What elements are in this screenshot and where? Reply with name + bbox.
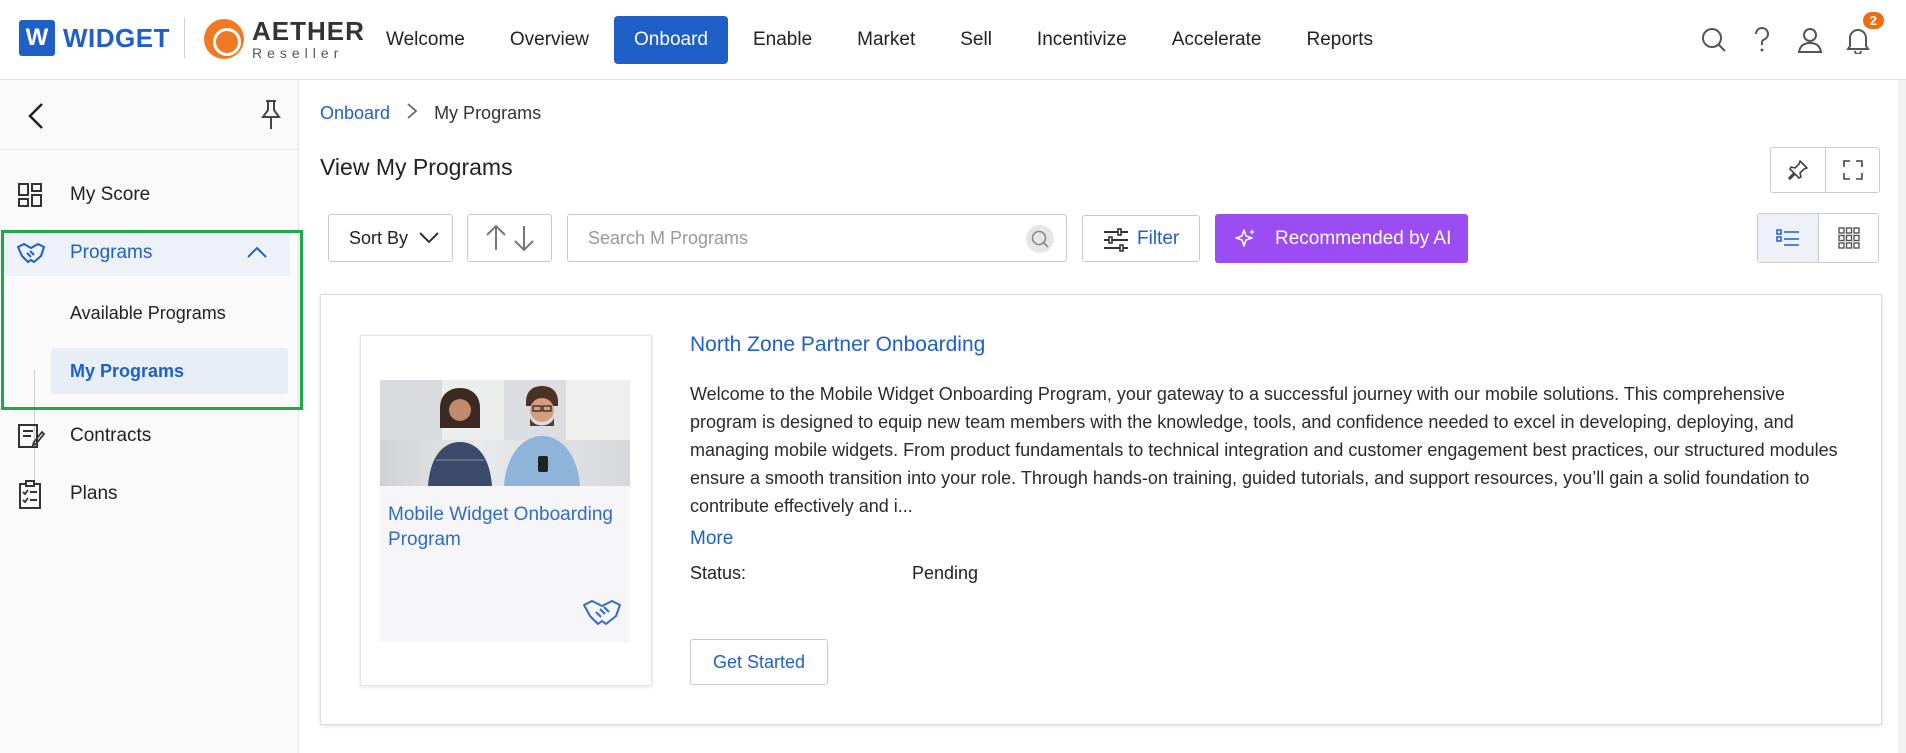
- page-actions: [1770, 147, 1880, 193]
- user-profile-icon[interactable]: [1792, 22, 1828, 58]
- status-value: Pending: [912, 563, 979, 583]
- chevron-down-icon: [419, 232, 439, 244]
- widget-logo-text: WIDGET: [63, 22, 170, 53]
- sidebar-header: [0, 80, 298, 150]
- sliders-icon: [1104, 228, 1128, 252]
- sidebar: My Score Programs Available Programs My …: [0, 80, 299, 753]
- search-field: [567, 214, 1067, 262]
- breadcrumb-current: My Programs: [434, 103, 542, 123]
- pin-page-icon[interactable]: [1771, 148, 1825, 192]
- page-title: View My Programs: [320, 154, 513, 180]
- thumbnail-body: Mobile Widget Onboarding Program: [380, 380, 630, 642]
- search-icon[interactable]: [1026, 225, 1054, 253]
- sidebar-item-label: My Score: [70, 184, 151, 205]
- pin-sidebar-icon[interactable]: [258, 98, 284, 137]
- main-nav: Welcome Overview Onboard Enable Market S…: [366, 16, 1398, 64]
- breadcrumb: Onboard My Programs: [320, 102, 541, 125]
- sidebar-item-plans[interactable]: Plans: [0, 471, 299, 517]
- sidebar-item-my-score[interactable]: My Score: [0, 172, 299, 218]
- program-photo: [380, 380, 630, 486]
- filter-button[interactable]: Filter: [1082, 215, 1200, 262]
- thumbnail-title: Mobile Widget Onboarding Program: [388, 504, 613, 550]
- logo-divider: [184, 18, 185, 58]
- programs-highlight-box: [1, 230, 303, 410]
- list-view-icon[interactable]: [1758, 214, 1818, 262]
- aether-logo-title: AETHER: [252, 16, 365, 46]
- collapse-sidebar-icon[interactable]: [22, 98, 52, 134]
- get-started-button[interactable]: Get Started: [690, 639, 828, 685]
- handshake-icon: [582, 595, 622, 632]
- nav-overview[interactable]: Overview: [490, 16, 609, 64]
- aether-logo-icon: [204, 19, 244, 59]
- sidebar-item-contracts[interactable]: Contracts: [0, 413, 299, 459]
- page-scrollbar[interactable]: [1898, 80, 1906, 753]
- contract-icon: [16, 422, 46, 450]
- view-mode-toggle: [1757, 213, 1879, 263]
- nav-reports[interactable]: Reports: [1286, 16, 1393, 64]
- program-description: Welcome to the Mobile Widget Onboarding …: [690, 384, 1838, 516]
- search-input[interactable]: [568, 215, 1008, 261]
- nav-onboard[interactable]: Onboard: [614, 16, 728, 64]
- nav-market[interactable]: Market: [837, 16, 935, 64]
- header-actions: 2: [1684, 12, 1884, 58]
- recommended-by-ai-button[interactable]: Recommended by AI: [1215, 214, 1468, 263]
- sidebar-item-label: Contracts: [70, 425, 152, 446]
- widget-logo-mark: W: [19, 20, 55, 56]
- fullscreen-icon[interactable]: [1825, 148, 1879, 192]
- checklist-icon: [16, 480, 44, 509]
- sort-direction-toggle[interactable]: [467, 214, 552, 262]
- sort-arrows-icon: [485, 224, 534, 252]
- dashboard-icon: [16, 181, 44, 209]
- nav-welcome[interactable]: Welcome: [366, 16, 485, 64]
- more-link[interactable]: More: [690, 528, 733, 550]
- widget-logo[interactable]: W WIDGET: [19, 20, 170, 56]
- status-label: Status:: [690, 563, 747, 583]
- sparkle-icon: [1235, 229, 1255, 247]
- nav-incentivize[interactable]: Incentivize: [1017, 16, 1147, 64]
- sidebar-item-label: Plans: [70, 483, 118, 504]
- notification-count-badge: 2: [1862, 12, 1884, 29]
- ai-button-label: Recommended by AI: [1275, 227, 1452, 249]
- grid-view-icon[interactable]: [1818, 214, 1878, 262]
- program-thumbnail[interactable]: Mobile Widget Onboarding Program: [360, 335, 652, 686]
- nav-enable[interactable]: Enable: [733, 16, 832, 64]
- help-icon[interactable]: [1744, 22, 1780, 58]
- aether-logo[interactable]: AETHER Reseller: [204, 18, 365, 60]
- sort-by-label: Sort By: [349, 227, 409, 248]
- nav-sell[interactable]: Sell: [940, 16, 1012, 64]
- search-icon[interactable]: [1696, 22, 1732, 58]
- top-navigation-bar: W WIDGET AETHER Reseller Welcome Overvie…: [0, 0, 1906, 80]
- notification-bell-icon[interactable]: 2: [1840, 12, 1884, 58]
- filter-label: Filter: [1137, 227, 1180, 249]
- breadcrumb-link-onboard[interactable]: Onboard: [320, 103, 390, 124]
- sort-by-dropdown[interactable]: Sort By: [328, 214, 453, 262]
- chevron-right-icon: [406, 102, 418, 125]
- nav-accelerate[interactable]: Accelerate: [1152, 16, 1282, 64]
- program-title-link[interactable]: North Zone Partner Onboarding: [690, 333, 985, 357]
- aether-logo-subtitle: Reseller: [252, 45, 344, 61]
- program-card: Mobile Widget Onboarding Program North Z…: [320, 294, 1882, 725]
